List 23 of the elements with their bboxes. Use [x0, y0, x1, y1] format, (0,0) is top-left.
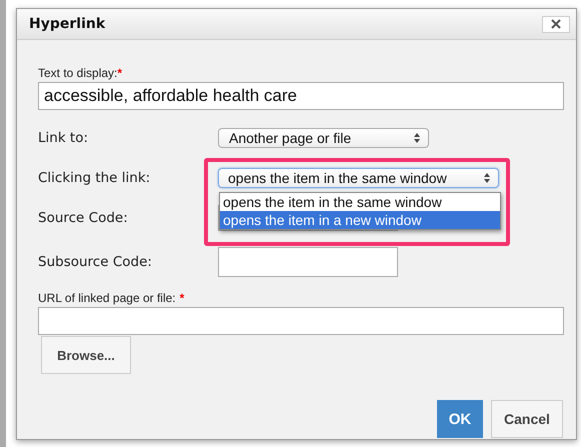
field-label: Clicking the link:	[38, 170, 152, 186]
link-type-select[interactable]: Another page or file	[218, 128, 429, 148]
field-label: URL of linked page or file:	[38, 291, 176, 305]
field-label: Text to display:	[38, 66, 118, 80]
link-behavior-select[interactable]: opens the item in the same window	[218, 168, 499, 188]
ok-button[interactable]: OK	[437, 400, 483, 438]
close-icon	[551, 19, 561, 29]
close-button[interactable]	[542, 16, 570, 32]
required-mark: *	[180, 291, 184, 305]
dropdown-option[interactable]: opens the item in a new window	[220, 211, 500, 229]
browse-button[interactable]: Browse...	[41, 336, 131, 374]
required-mark: *	[117, 66, 122, 80]
field-label: Source Code:	[38, 210, 129, 226]
subsource-code-field[interactable]	[218, 247, 398, 277]
field-label: Subsource Code:	[38, 254, 153, 270]
field-label: Link to:	[38, 130, 90, 146]
updown-icon	[484, 173, 490, 183]
updown-icon	[414, 133, 420, 143]
text-field[interactable]: accessible, affordable health care	[38, 82, 564, 110]
cancel-button[interactable]: Cancel	[491, 400, 563, 438]
url-field[interactable]	[38, 307, 564, 335]
dropdown-option[interactable]: opens the item in the same window	[220, 193, 500, 211]
dialog-title: Hyperlink	[29, 16, 106, 32]
